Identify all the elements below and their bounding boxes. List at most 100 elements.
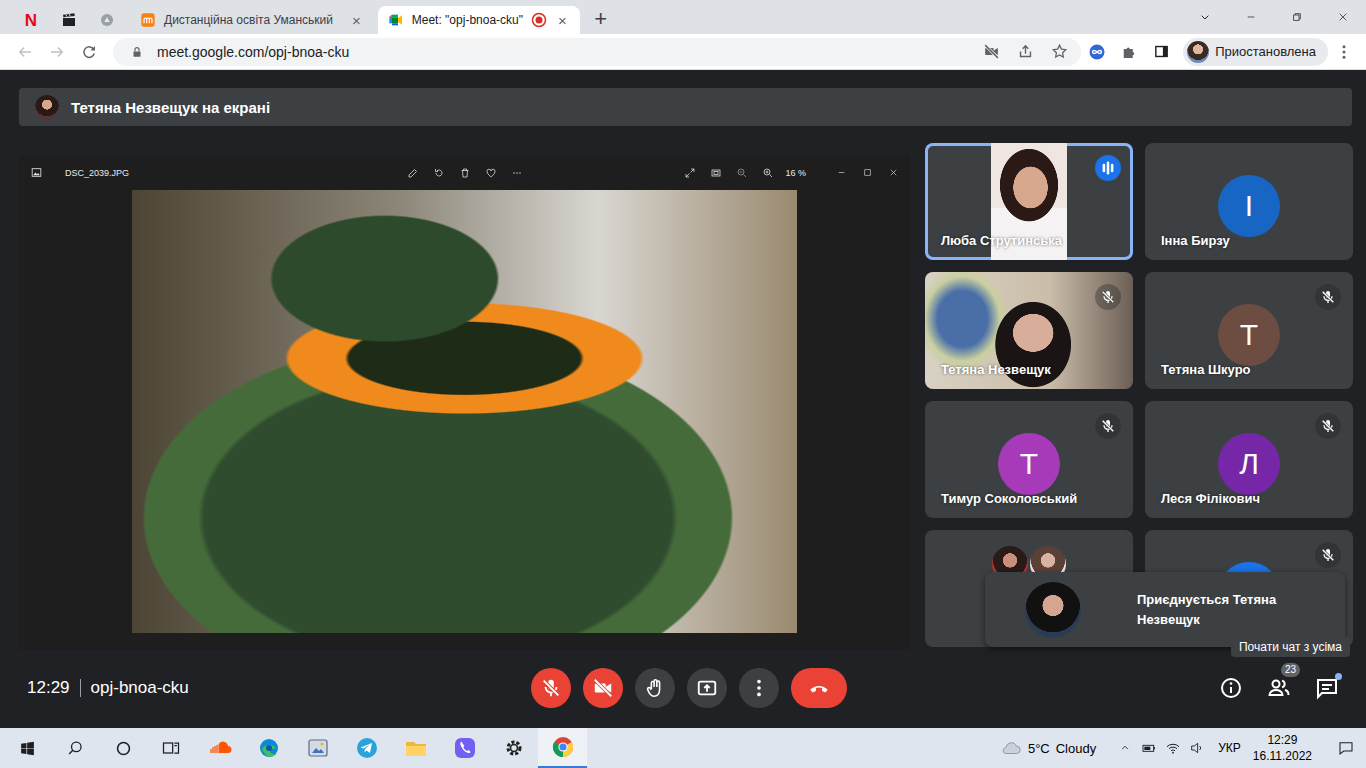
close-window-icon[interactable]: [1320, 0, 1366, 34]
viewer-minimize-icon[interactable]: [836, 167, 847, 178]
leave-button[interactable]: [791, 668, 847, 708]
people-button[interactable]: 23: [1255, 664, 1303, 712]
taskbar-clock[interactable]: 12:2916.11.2022: [1253, 732, 1312, 764]
extension-infinity-icon[interactable]: [1081, 36, 1113, 68]
battery-icon[interactable]: [1141, 740, 1157, 756]
extensions-puzzle-icon[interactable]: [1113, 36, 1145, 68]
zoom-out-icon[interactable]: [736, 167, 748, 179]
taskbar-app[interactable]: [440, 728, 489, 768]
edit-icon[interactable]: [400, 160, 426, 186]
camera-button[interactable]: [583, 668, 623, 708]
taskbar-app[interactable]: [244, 728, 293, 768]
windows-start-icon[interactable]: [3, 728, 51, 768]
side-panel-icon[interactable]: [1145, 36, 1177, 68]
menu-kebab-icon[interactable]: [1328, 36, 1360, 68]
search-icon[interactable]: [51, 728, 99, 768]
more-icon[interactable]: [504, 160, 530, 186]
menu-kebab-icon[interactable]: [1335, 43, 1353, 61]
fit-icon[interactable]: [710, 167, 722, 179]
task-view-icon[interactable]: [147, 728, 195, 768]
more-icon[interactable]: [511, 167, 523, 179]
share-icon[interactable]: [1017, 43, 1034, 60]
url-text[interactable]: meet.google.com/opj-bnoa-cku: [157, 44, 971, 60]
tab-close-button[interactable]: ×: [349, 13, 364, 28]
windows-start-icon[interactable]: [19, 740, 36, 757]
fit-icon[interactable]: [703, 160, 729, 186]
rotate-icon[interactable]: [433, 167, 445, 179]
address-bar[interactable]: meet.google.com/opj-bnoa-cku: [113, 38, 1081, 66]
mic-button[interactable]: [531, 668, 571, 708]
taskbar-app[interactable]: [342, 728, 391, 768]
reload-icon[interactable]: [73, 36, 105, 68]
cortana-icon[interactable]: [114, 739, 133, 758]
pinned-tab[interactable]: N: [12, 6, 50, 34]
pinned-tab[interactable]: [50, 6, 88, 34]
minimize-icon[interactable]: [1243, 9, 1259, 25]
weather-widget[interactable]: 5°CCloudy: [1000, 737, 1096, 759]
participant-tile[interactable]: Тетяна Незвещук: [925, 272, 1133, 389]
wifi-icon[interactable]: [1165, 740, 1181, 756]
fullscreen-icon[interactable]: [677, 160, 703, 186]
minimize-icon[interactable]: [1228, 0, 1274, 34]
delete-icon[interactable]: [452, 160, 478, 186]
zoom-in-icon[interactable]: [755, 160, 781, 186]
reload-icon[interactable]: [80, 43, 98, 61]
show-hidden-icons-chevron-icon[interactable]: [1114, 737, 1136, 759]
side-panel-icon[interactable]: [1153, 43, 1170, 60]
extensions-puzzle-icon[interactable]: [1120, 43, 1138, 61]
taskbar-app[interactable]: [489, 728, 538, 768]
participant-tile[interactable]: ІІнна Бирзу: [1145, 143, 1353, 260]
camera-blocked-icon[interactable]: [983, 43, 1000, 60]
back-arrow-icon[interactable]: [9, 36, 41, 68]
notification-center-icon[interactable]: [1326, 728, 1366, 768]
viewer-close-icon[interactable]: [888, 167, 899, 178]
tab-search-chevron-icon[interactable]: [1182, 0, 1228, 34]
participant-tile[interactable]: ТТимур Соколовський: [925, 401, 1133, 518]
taskbar-app[interactable]: [293, 728, 342, 768]
forward-arrow-icon[interactable]: [48, 43, 66, 61]
speaker-icon[interactable]: [1186, 737, 1208, 759]
present-button[interactable]: [687, 668, 727, 708]
extension-infinity-icon[interactable]: [1088, 43, 1106, 61]
heart-icon[interactable]: [478, 160, 504, 186]
participant-tile[interactable]: ТТетяна Шкуро: [1145, 272, 1353, 389]
zoom-out-icon[interactable]: [729, 160, 755, 186]
show-hidden-icons-chevron-icon[interactable]: [1118, 741, 1132, 755]
browser-tab[interactable]: Дистанційна освіта Уманський×: [130, 6, 374, 34]
browser-tab[interactable]: Meet: "opj-bnoa-cku"×: [378, 6, 580, 34]
bookmark-star-icon[interactable]: [1051, 43, 1068, 60]
battery-icon[interactable]: [1138, 737, 1160, 759]
edit-icon[interactable]: [407, 167, 419, 179]
restore-icon[interactable]: [1289, 9, 1305, 25]
delete-icon[interactable]: [459, 167, 471, 179]
viewer-minimize-icon[interactable]: [828, 160, 854, 186]
tab-search-chevron-icon[interactable]: [1197, 9, 1213, 25]
viewer-maximize-icon[interactable]: [854, 160, 880, 186]
hand-button[interactable]: [635, 668, 675, 708]
heart-icon[interactable]: [485, 167, 497, 179]
more-button[interactable]: [739, 668, 779, 708]
chat-button[interactable]: [1303, 664, 1351, 712]
input-language[interactable]: УКР: [1218, 741, 1241, 755]
notification-center-icon[interactable]: [1337, 739, 1355, 757]
rotate-icon[interactable]: [426, 160, 452, 186]
participant-tile[interactable]: ЛЛеся Філікович: [1145, 401, 1353, 518]
info-button[interactable]: [1207, 664, 1255, 712]
zoom-in-icon[interactable]: [762, 167, 774, 179]
search-icon[interactable]: [66, 739, 85, 758]
forward-arrow-icon[interactable]: [41, 36, 73, 68]
viewer-close-icon[interactable]: [880, 160, 906, 186]
share-icon[interactable]: [1011, 38, 1039, 66]
restore-icon[interactable]: [1274, 0, 1320, 34]
viewer-maximize-icon[interactable]: [862, 167, 873, 178]
task-view-icon[interactable]: [161, 738, 181, 758]
taskbar-app[interactable]: [391, 728, 440, 768]
wifi-icon[interactable]: [1162, 737, 1184, 759]
taskbar-app[interactable]: [195, 728, 244, 768]
new-tab-button[interactable]: +: [586, 5, 616, 33]
participant-tile[interactable]: Люба Струтинська: [925, 143, 1133, 260]
pinned-tab[interactable]: [88, 6, 126, 34]
back-arrow-icon[interactable]: [16, 43, 34, 61]
taskbar-app[interactable]: [538, 728, 587, 768]
close-window-icon[interactable]: [1335, 9, 1351, 25]
